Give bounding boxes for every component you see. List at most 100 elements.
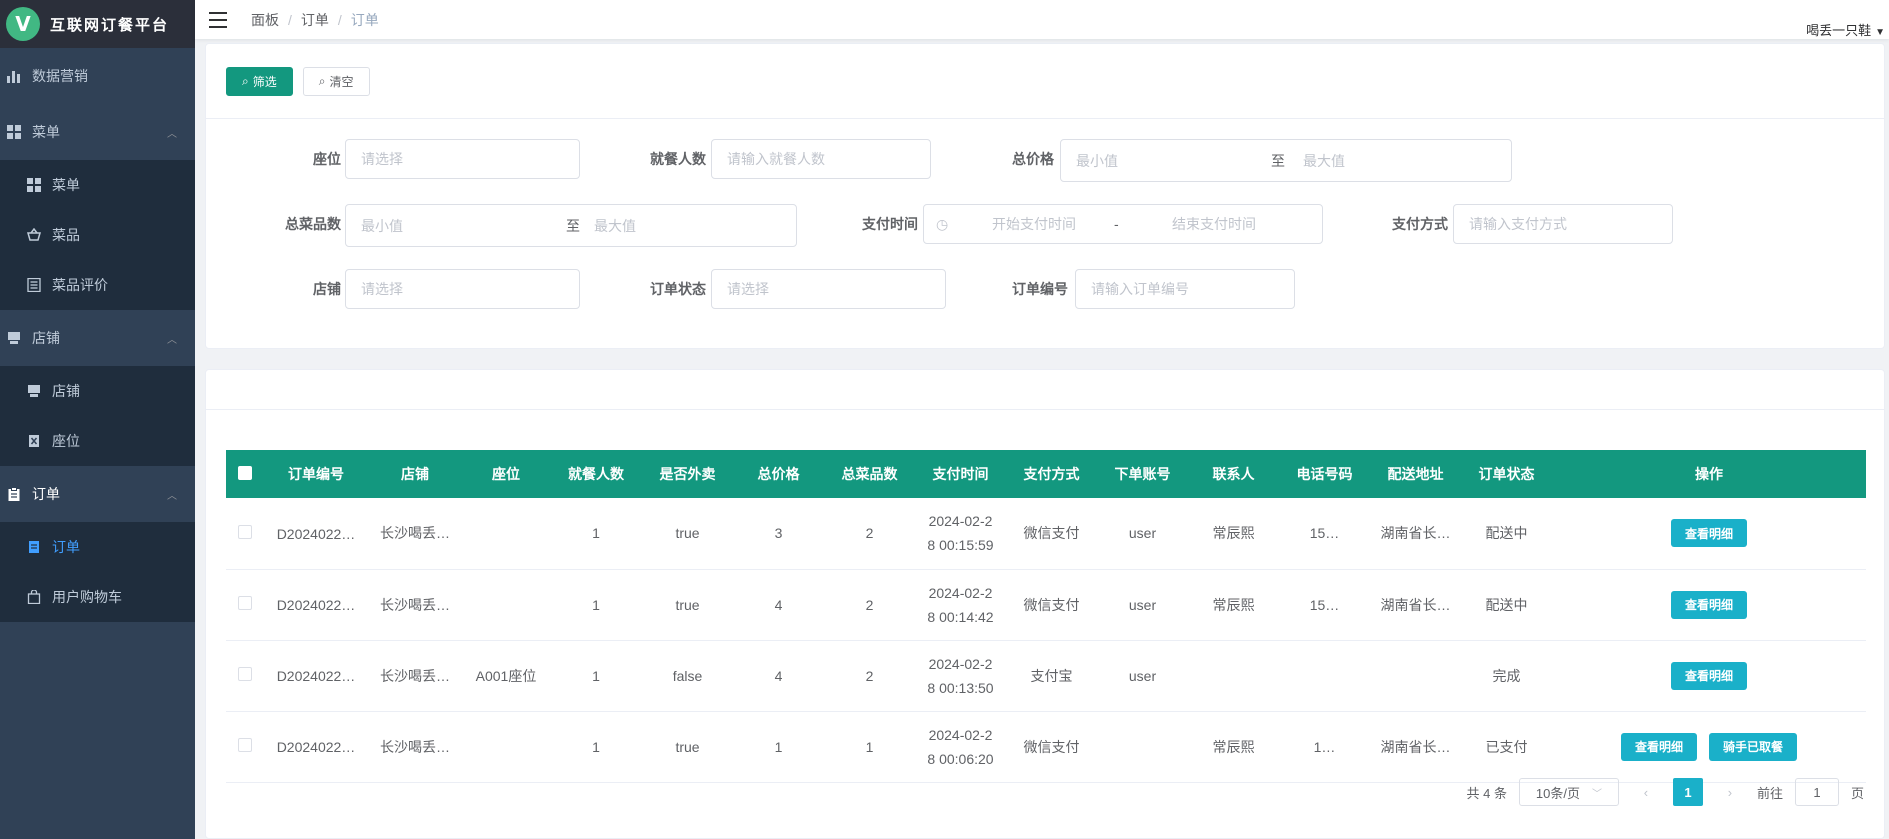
table-row: D2024022… 长沙喝丢… 1 true 1 1 2024-02-2 8 00…: [226, 711, 1866, 782]
cell-takeout: false: [672, 667, 703, 684]
goto-page-input[interactable]: 1: [1794, 778, 1839, 806]
diners-input[interactable]: 请输入就餐人数: [711, 139, 931, 179]
view-details-button[interactable]: 查看明细: [1670, 661, 1747, 690]
filter-button[interactable]: ⌕ 筛选: [226, 66, 293, 96]
row-checkbox[interactable]: [226, 569, 264, 640]
sidebar-item-menu[interactable]: 菜单: [0, 160, 195, 210]
clock-icon: ◷: [936, 215, 949, 232]
cell-pay-time: 2024-02-2 8 00:13:50: [927, 655, 994, 696]
clear-button[interactable]: ⌕ 清空: [302, 66, 370, 96]
breadcrumb-current: 订单: [350, 11, 379, 28]
sidebar-item-store[interactable]: 店铺: [0, 366, 195, 416]
cell-diners: 1: [592, 738, 600, 755]
seat-select[interactable]: 请选择: [345, 139, 580, 179]
store-select[interactable]: 请选择: [345, 269, 580, 309]
filter-row-1: 座位 请选择 就餐人数 请输入就餐人数 总价格 最小值 至 最大值: [206, 139, 1884, 204]
pay-method-input[interactable]: 请输入支付方式: [1453, 204, 1673, 244]
cell-address: [1370, 640, 1461, 711]
next-page-button[interactable]: ›: [1715, 778, 1745, 806]
cell-phone: 1…: [1313, 738, 1336, 755]
sidebar-item-dish-reviews[interactable]: 菜品评价: [0, 260, 195, 310]
breadcrumb-separator: /: [337, 11, 342, 28]
page-size-select[interactable]: 10条/页 ﹀: [1518, 778, 1619, 806]
filter-row-2: 总菜品数 最小值 至 最大值 支付时间 ◷ 开始支付时间 - 结束支付时间 支付…: [206, 204, 1884, 269]
cell-pay-time: 2024-02-2 8 00:15:59: [927, 513, 994, 554]
logo[interactable]: V 互联网订餐平台: [0, 0, 195, 48]
cell-pay-method: 微信支付: [1023, 738, 1080, 755]
cell-takeout: true: [675, 738, 700, 755]
sidebar-item-label: 菜品评价: [52, 277, 108, 293]
col-header: 店铺: [401, 466, 429, 482]
rider-picked-up-button[interactable]: 骑手已取餐: [1708, 732, 1797, 761]
sidebar-item-seat[interactable]: 座位: [0, 416, 195, 466]
grid-icon: [26, 177, 42, 193]
cell-actions: 查看明细: [1552, 640, 1866, 711]
cell-price: 3: [774, 525, 783, 542]
cell-contact: 常辰熙: [1212, 525, 1255, 542]
user-menu[interactable]: 喝丢一只鞋 ▼: [1806, 20, 1885, 39]
view-details-button[interactable]: 查看明细: [1621, 732, 1698, 761]
filter-card: ⌕ 筛选 ⌕ 清空 座位 请选择 就餐人数 请输入就餐人数 总价格 最小值 至 …: [205, 43, 1885, 349]
col-header: 联系人: [1212, 466, 1255, 482]
items-min-input[interactable]: 最小值: [346, 216, 566, 236]
cell-pay-time: 2024-02-2 8 00:06:20: [927, 726, 994, 767]
sidebar-item-label: 店铺: [52, 383, 80, 399]
breadcrumb-item[interactable]: 面板: [251, 10, 279, 30]
submenu-store: 店铺 座位: [0, 366, 195, 466]
price-min-input[interactable]: 最小值: [1061, 151, 1271, 171]
cell-status: 配送中: [1485, 525, 1528, 542]
bar-chart-icon: [6, 68, 22, 84]
order-status-select[interactable]: 请选择: [711, 269, 946, 309]
cell-phone: 15…: [1309, 596, 1340, 613]
view-details-button[interactable]: 查看明细: [1670, 590, 1747, 619]
sidebar-item-menu-group[interactable]: 菜单 ︿: [0, 104, 195, 160]
table-row: D2024022… 长沙喝丢… 1 true 3 2 2024-02-2 8 00…: [226, 498, 1866, 569]
total-count: 共 4 条: [1466, 785, 1507, 801]
table-header-row: 订单编号 店铺 座位 就餐人数 是否外卖 总价格 总菜品数 支付时间 支付方式 …: [226, 450, 1866, 498]
total-price-range: 最小值 至 最大值: [1060, 139, 1512, 182]
page-number[interactable]: 1: [1672, 778, 1703, 806]
sidebar-item-label: 菜品: [52, 227, 80, 243]
pay-time-end-input[interactable]: 结束支付时间: [1134, 214, 1294, 234]
cell-seat: A001座位: [475, 667, 537, 684]
items-max-input[interactable]: 最大值: [588, 216, 636, 236]
submenu-order: 订单 用户购物车: [0, 522, 195, 622]
content: ⌕ 筛选 ⌕ 清空 座位 请选择 就餐人数 请输入就餐人数 总价格 最小值 至 …: [195, 39, 1889, 839]
cell-actions: 查看明细: [1552, 569, 1866, 640]
price-max-input[interactable]: 最大值: [1293, 151, 1345, 171]
col-header: 订单状态: [1478, 466, 1535, 482]
col-header: 总菜品数: [841, 466, 898, 482]
cell-order-no: D2024022…: [276, 739, 356, 756]
pay-time-start-input[interactable]: 开始支付时间: [954, 214, 1114, 234]
filter-toolbar: ⌕ 筛选 ⌕ 清空: [206, 44, 1884, 119]
range-separator: 至: [566, 217, 580, 234]
pay-time-label: 支付时间: [862, 216, 918, 232]
cell-address: 湖南省长…: [1380, 596, 1451, 613]
table-row: D2024022… 长沙喝丢… 1 true 4 2 2024-02-2 8 00…: [226, 569, 1866, 640]
view-details-button[interactable]: 查看明细: [1670, 519, 1747, 548]
order-no-input[interactable]: 请输入订单编号: [1075, 269, 1295, 309]
row-checkbox[interactable]: [226, 640, 264, 711]
cell-price: 4: [774, 667, 783, 684]
select-all-checkbox[interactable]: [226, 450, 264, 498]
hamburger-icon[interactable]: [209, 11, 227, 28]
sidebar-item-orders[interactable]: 订单: [0, 522, 195, 572]
bag-icon: [26, 589, 42, 605]
cell-pay-method: 微信支付: [1023, 596, 1080, 613]
row-checkbox[interactable]: [226, 711, 264, 782]
sidebar-item-label: 菜单: [32, 124, 60, 140]
cell-contact: 常辰熙: [1212, 738, 1255, 755]
sidebar-item-store-group[interactable]: 店铺 ︿: [0, 310, 195, 366]
sidebar-item-dishes[interactable]: 菜品: [0, 210, 195, 260]
total-price-label: 总价格: [1012, 151, 1054, 167]
chevron-up-icon: ︿: [167, 128, 177, 140]
sidebar-item-order-group[interactable]: 订单 ︿: [0, 466, 195, 522]
sidebar-item-data-marketing[interactable]: 数据营销: [0, 48, 195, 104]
main-area: 面板 / 订单 / 订单 喝丢一只鞋 ▼ ⌕ 筛选 ⌕ 清空 座位 请选择 就餐…: [195, 0, 1889, 839]
prev-page-button[interactable]: ‹: [1631, 778, 1661, 806]
orders-table: 订单编号 店铺 座位 就餐人数 是否外卖 总价格 总菜品数 支付时间 支付方式 …: [226, 450, 1866, 783]
row-checkbox[interactable]: [226, 498, 264, 569]
cell-order-no: D2024022…: [276, 597, 356, 614]
sidebar-item-user-cart[interactable]: 用户购物车: [0, 572, 195, 622]
breadcrumb-item[interactable]: 订单: [301, 10, 329, 30]
